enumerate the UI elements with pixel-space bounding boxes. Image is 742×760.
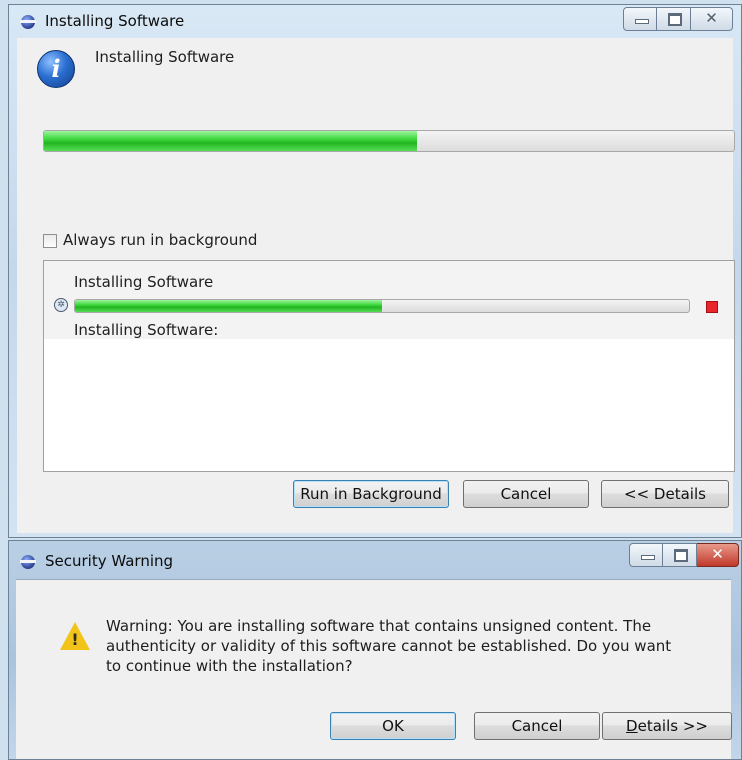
details-panel: Installing Software ✲ Installing Softwar… — [43, 260, 735, 472]
always-run-label[interactable]: Always run in background — [63, 231, 257, 249]
stop-icon[interactable] — [706, 301, 718, 313]
window-title: Installing Software — [45, 12, 185, 30]
app-icon — [20, 555, 36, 569]
minimize-icon — [641, 555, 655, 560]
warning-message: Warning: You are installing software tha… — [106, 617, 672, 675]
app-icon — [20, 15, 36, 29]
job-icon: ✲ — [54, 298, 68, 312]
minimize-button[interactable] — [629, 543, 663, 567]
close-button[interactable]: ✕ — [691, 7, 733, 31]
info-icon: i — [37, 50, 75, 88]
details-mnemonic: D — [626, 717, 638, 735]
title-bar[interactable]: Security Warning ✕ — [9, 541, 741, 575]
close-icon: ✕ — [705, 9, 718, 27]
ok-button[interactable]: OK — [330, 712, 456, 740]
window-title: Security Warning — [45, 552, 174, 570]
details-button[interactable]: Details >> — [602, 712, 732, 740]
overall-progress-bar — [43, 130, 735, 152]
hide-details-button[interactable]: << Details — [601, 480, 729, 508]
job-subtask: Installing Software: — [74, 321, 219, 339]
minimize-icon — [635, 19, 649, 24]
warning-icon-mark: ! — [71, 630, 79, 649]
window-controls: ✕ — [629, 543, 739, 567]
job-name: Installing Software — [74, 273, 214, 291]
overall-progress-fill — [44, 131, 417, 151]
security-warning-window: Security Warning ✕ ! Warning: You are in… — [8, 540, 742, 760]
dialog-body: i Installing Software Always run in back… — [17, 38, 735, 533]
window-controls: ✕ — [623, 7, 733, 31]
close-button[interactable]: ✕ — [697, 543, 739, 567]
close-icon: ✕ — [711, 545, 724, 563]
maximize-button[interactable] — [657, 7, 691, 31]
details-label: etails >> — [637, 717, 708, 735]
job-progress-fill — [75, 300, 382, 312]
title-bar[interactable]: Installing Software ✕ — [9, 5, 741, 39]
job-row: Installing Software ✲ Installing Softwar… — [44, 261, 734, 339]
always-run-checkbox[interactable] — [43, 234, 57, 248]
run-in-background-button[interactable]: Run in Background — [293, 480, 449, 508]
installing-software-window: Installing Software ✕ i Installing Softw… — [8, 4, 742, 538]
minimize-button[interactable] — [623, 7, 657, 31]
maximize-button[interactable] — [663, 543, 697, 567]
cancel-install-button[interactable]: Cancel — [463, 480, 589, 508]
dialog-heading: Installing Software — [95, 48, 235, 66]
dialog-body: ! Warning: You are installing software t… — [16, 579, 732, 759]
job-progress-bar — [74, 299, 690, 313]
maximize-icon — [668, 13, 682, 26]
maximize-icon — [674, 549, 688, 562]
cancel-button[interactable]: Cancel — [474, 712, 600, 740]
